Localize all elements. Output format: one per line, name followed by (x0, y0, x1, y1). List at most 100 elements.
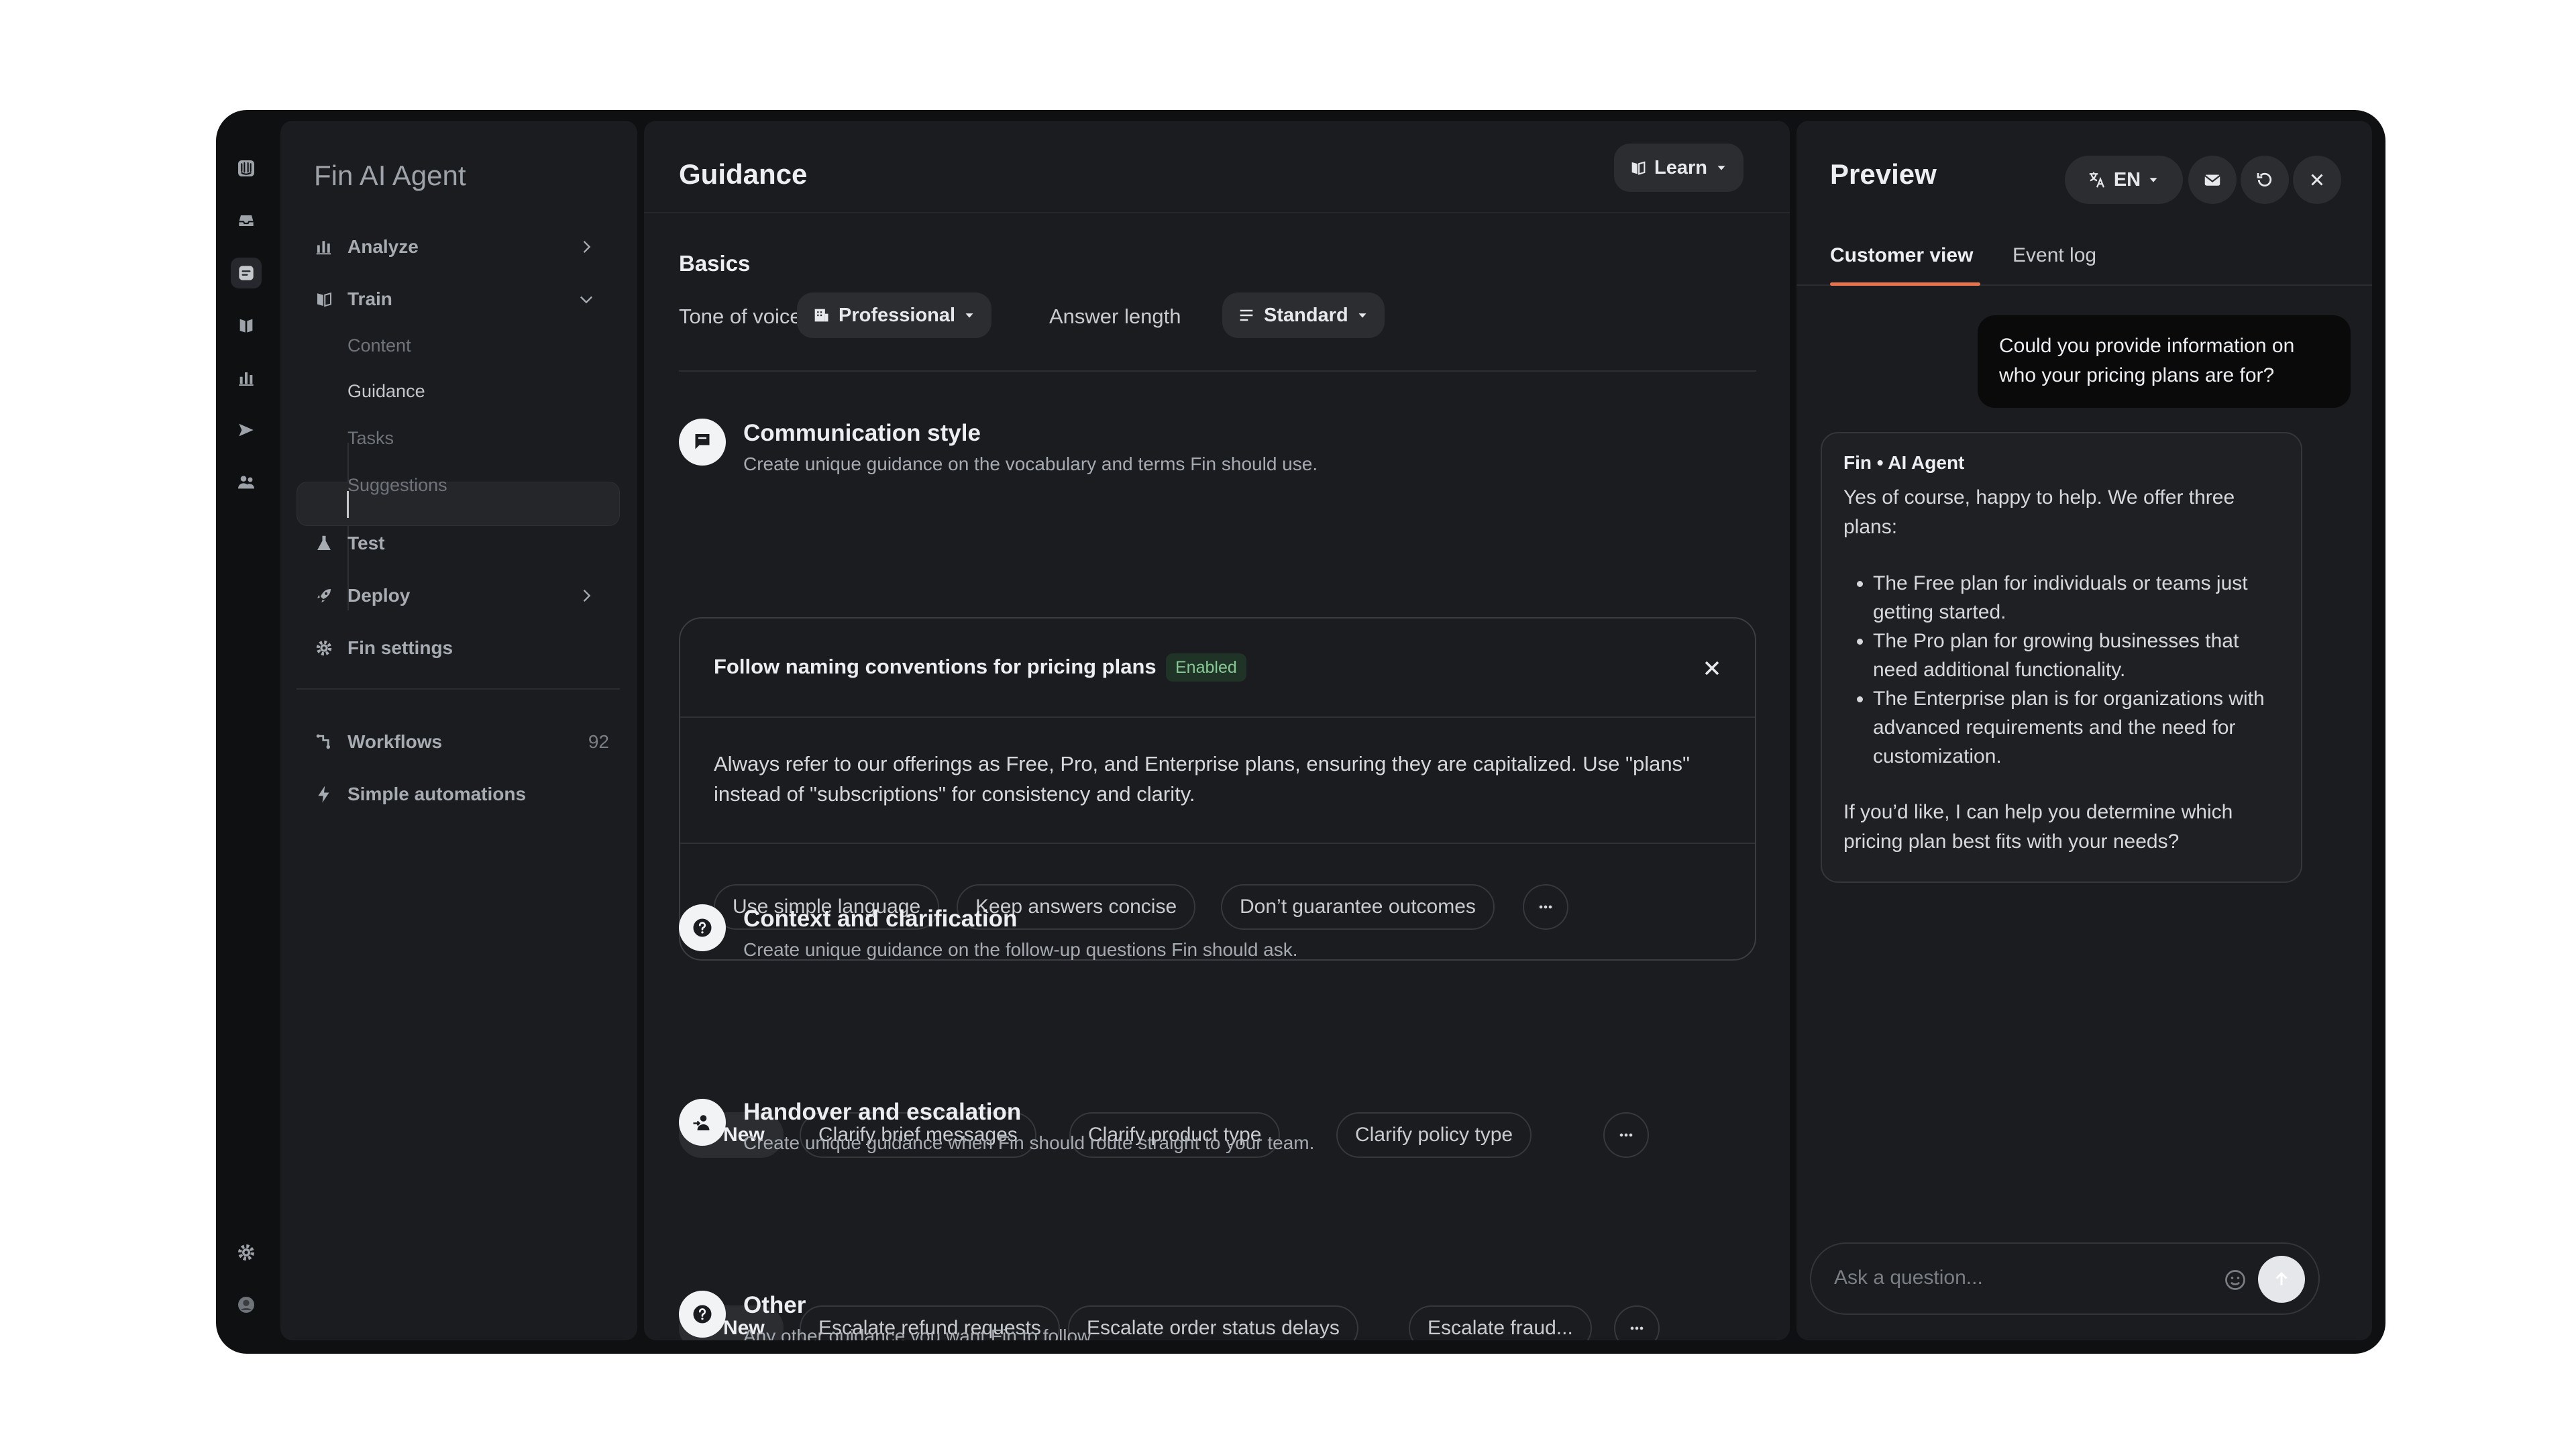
preview-title: Preview (1830, 158, 1937, 190)
tone-of-voice-select[interactable]: Professional (797, 292, 992, 338)
sidebar-item-test[interactable]: Test (314, 526, 609, 561)
sidebar-item-label: Deploy (347, 585, 411, 606)
composer-placeholder[interactable]: Ask a question... (1834, 1267, 1983, 1289)
guidance-card-title: Follow naming conventions for pricing pl… (714, 655, 1157, 678)
fin-outro: If you’d like, I can help you determine … (1843, 801, 2233, 853)
more-options-button[interactable] (1614, 1305, 1660, 1340)
tone-of-voice-value: Professional (839, 304, 956, 326)
answer-length-label: Answer length (1049, 305, 1181, 328)
question-icon (679, 904, 726, 951)
context-clarification-title: Context and clarification (743, 906, 1018, 932)
sidebar-item-simple-automations[interactable]: Simple automations (314, 777, 609, 812)
user-message: Could you provide information on who you… (1978, 315, 2351, 408)
chevron-down-icon (580, 296, 592, 304)
chevron-right-icon (583, 241, 591, 253)
avatar[interactable] (231, 1289, 262, 1320)
sidebar-item-workflows[interactable]: Workflows 92 (314, 724, 609, 759)
app-window: Fin AI Agent Analyze Train Content Guida… (216, 110, 2385, 1354)
close-icon[interactable] (1700, 656, 1724, 680)
communication-style-title: Communication style (743, 420, 981, 446)
arrow-up-icon (2275, 1272, 2288, 1285)
lightning-icon (314, 784, 334, 804)
guidance-panel: Guidance Learn Basics Tone of voice Prof… (644, 121, 1790, 1340)
suggestion-chip[interactable]: Don’t guarantee outcomes (1221, 884, 1495, 930)
sidebar-subitem-content[interactable]: Content (347, 329, 411, 362)
handover-escalation-title: Handover and escalation (743, 1099, 1022, 1125)
sidebar-item-label: Fin settings (347, 637, 453, 658)
building-icon (814, 309, 828, 322)
reset-button[interactable] (2241, 156, 2289, 204)
flask-icon (314, 533, 334, 553)
question-icon (679, 1291, 726, 1338)
sidebar-item-label: Train (347, 288, 392, 309)
language-select[interactable]: EN (2065, 156, 2183, 204)
logo-icon[interactable] (231, 153, 262, 184)
send-button[interactable] (2258, 1256, 2305, 1303)
tab-event-log[interactable]: Event log (2012, 244, 2096, 267)
fin-intro: Yes of course, happy to help. We offer t… (1843, 486, 2235, 538)
outbound-icon[interactable] (231, 415, 262, 445)
divider (679, 370, 1756, 372)
header-divider (644, 212, 1790, 213)
preview-panel: Preview EN Customer view Event log Could… (1796, 121, 2372, 1340)
list-item: The Pro plan for growing businesses that… (1873, 627, 2279, 684)
contacts-icon[interactable] (231, 467, 262, 498)
chat-icon (679, 419, 726, 466)
settings-gear-icon[interactable] (231, 1237, 262, 1268)
chevron-right-icon (583, 590, 591, 602)
book-icon (1631, 161, 1646, 175)
emoji-icon[interactable] (2223, 1268, 2247, 1292)
suggestion-chip[interactable]: Clarify policy type (1336, 1112, 1532, 1158)
reports-icon[interactable] (231, 362, 262, 393)
sidebar-item-fin-settings[interactable]: Fin settings (314, 631, 609, 665)
more-options-button[interactable] (1603, 1112, 1649, 1158)
sidebar: Fin AI Agent Analyze Train Content Guida… (280, 121, 637, 1340)
ellipsis-icon (1630, 1326, 1644, 1330)
suggestion-chip[interactable]: Escalate fraud... (1409, 1305, 1592, 1340)
refresh-icon (2257, 172, 2272, 186)
divider (680, 716, 1755, 718)
list-item: The Enterprise plan is for organizations… (1873, 684, 2279, 771)
caret-down-icon (1717, 166, 1725, 170)
answer-length-select[interactable]: Standard (1222, 292, 1385, 338)
communication-style-desc: Create unique guidance on the vocabulary… (743, 453, 1318, 474)
sidebar-item-train[interactable]: Train (314, 282, 609, 317)
fin-ai-agent-icon[interactable] (231, 258, 262, 288)
rocket-icon (314, 586, 334, 606)
page-title: Guidance (679, 158, 808, 190)
suggestion-chip[interactable]: Escalate order status delays (1068, 1305, 1358, 1340)
active-item-highlight (297, 482, 620, 526)
tone-of-voice-label: Tone of voice (679, 305, 802, 328)
lines-icon (1240, 309, 1253, 321)
sidebar-subitem-tasks[interactable]: Tasks (347, 421, 394, 455)
sidebar-item-label: Analyze (347, 236, 419, 257)
book-icon (314, 289, 334, 309)
learn-button[interactable]: Learn (1614, 144, 1743, 192)
sidebar-title: Fin AI Agent (314, 160, 466, 191)
sidebar-item-deploy[interactable]: Deploy (314, 578, 609, 613)
sidebar-item-analyze[interactable]: Analyze (314, 229, 609, 264)
gear-icon (314, 638, 334, 658)
other-desc: Any other guidance you want Fin to follo… (743, 1326, 1095, 1340)
knowledge-icon[interactable] (231, 310, 262, 341)
message-composer[interactable]: Ask a question... (1810, 1242, 2320, 1315)
translate-icon (2089, 172, 2104, 188)
sidebar-subitem-suggestions[interactable]: Suggestions (347, 468, 447, 502)
more-options-button[interactable] (1523, 884, 1568, 930)
mail-icon (2204, 174, 2220, 186)
email-button[interactable] (2188, 156, 2237, 204)
fin-plan-list: The Free plan for individuals or teams j… (1873, 569, 2279, 771)
fin-message: Fin • AI Agent Yes of course, happy to h… (1821, 432, 2302, 883)
close-preview-button[interactable] (2293, 156, 2341, 204)
workflow-icon (314, 732, 334, 752)
language-value: EN (2113, 168, 2141, 191)
handover-icon (679, 1099, 726, 1146)
divider (297, 688, 620, 690)
tab-customer-view[interactable]: Customer view (1830, 244, 1973, 267)
other-title: Other (743, 1292, 806, 1318)
sidebar-subitem-guidance[interactable]: Guidance (347, 374, 425, 408)
list-item: The Free plan for individuals or teams j… (1873, 569, 2279, 627)
inbox-icon[interactable] (231, 205, 262, 236)
learn-label: Learn (1654, 156, 1707, 178)
fin-sender-name: Fin • AI Agent (1843, 452, 1965, 473)
